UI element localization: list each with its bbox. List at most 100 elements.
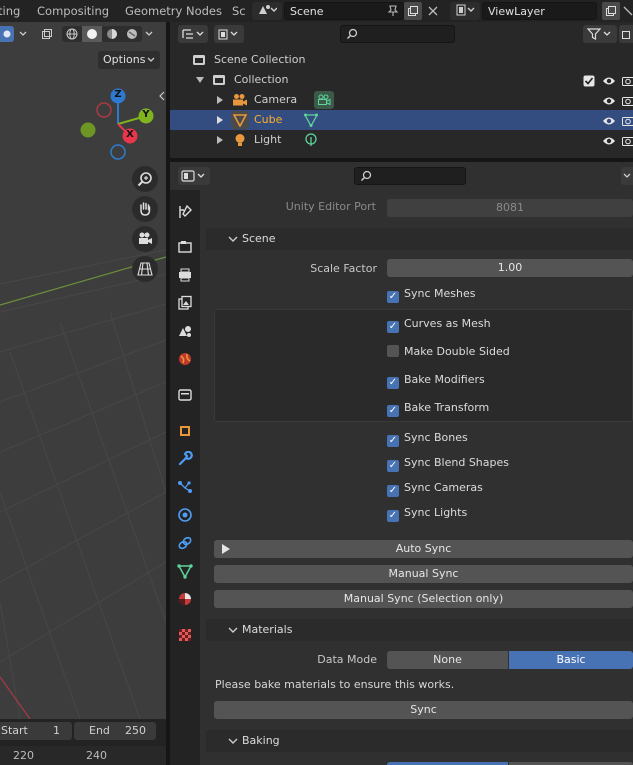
checkbox-label: Sync Blend Shapes (404, 456, 510, 469)
filter-button[interactable] (583, 25, 617, 43)
tab-geometry-nodes[interactable]: Geometry Nodes (125, 0, 222, 22)
sync-bones-checkbox[interactable]: ✓ Sync Bones (387, 429, 468, 447)
timeline-ruler[interactable]: 220 240 (0, 746, 166, 765)
checkmark-icon: ✓ (387, 377, 399, 389)
frame-start-field[interactable]: Start 1 (0, 722, 72, 740)
rendered-shading-icon[interactable] (122, 28, 142, 40)
zoom-icon[interactable] (132, 166, 158, 192)
collection-tab-icon[interactable] (172, 383, 198, 407)
render-tab-icon[interactable] (172, 235, 198, 259)
particles-tab-icon[interactable] (172, 475, 198, 499)
close-view-layer-icon[interactable] (622, 2, 633, 20)
manual-sync-selection-button[interactable]: Manual Sync (Selection only) (214, 590, 633, 608)
auto-sync-button[interactable]: Auto Sync (214, 540, 633, 558)
tool-tab-icon[interactable] (172, 200, 198, 224)
make-double-sided-checkbox[interactable]: Make Double Sided (387, 343, 510, 361)
display-mode-button[interactable] (214, 25, 244, 43)
new-scene-icon[interactable] (404, 2, 422, 20)
outliner-row-camera[interactable]: Camera (170, 90, 633, 110)
baking-panel-header[interactable]: Baking (206, 730, 633, 752)
material-tab-icon[interactable] (172, 587, 198, 611)
modifier-wrench-icon[interactable] (172, 447, 198, 471)
new-view-layer-icon[interactable] (602, 2, 620, 20)
panel-title: Scene (242, 232, 276, 245)
frame-end-field[interactable]: End 250 (74, 722, 156, 740)
camera-data-icon[interactable] (314, 91, 334, 109)
tab-compositing[interactable]: Compositing (37, 0, 109, 22)
curves-as-mesh-checkbox[interactable]: ✓ Curves as Mesh (387, 315, 491, 333)
bake-modifiers-checkbox[interactable]: ✓ Bake Modifiers (387, 371, 485, 389)
mesh-data-tab-icon[interactable] (172, 559, 198, 583)
new-collection-icon[interactable] (619, 25, 633, 43)
sync-lights-checkbox[interactable]: ✓ Sync Lights (387, 504, 467, 522)
solid-shading-icon[interactable] (82, 26, 102, 42)
properties-editor-type-button[interactable] (178, 167, 210, 185)
texture-tab-icon[interactable] (172, 623, 198, 647)
outliner-row-collection[interactable]: Collection (170, 70, 633, 90)
eye-icon[interactable] (602, 134, 616, 154)
panel-title: Baking (242, 734, 280, 747)
data-mode-option-none[interactable]: None (387, 651, 508, 669)
scene-icon (257, 3, 278, 20)
options-dropdown[interactable]: Options (98, 51, 160, 69)
frame-start-value: 1 (53, 724, 60, 737)
chevron-down-icon (228, 627, 238, 633)
pin-icon[interactable] (384, 2, 402, 20)
properties-options-chevron-icon[interactable] (621, 167, 633, 185)
checkbox-label: Sync Meshes (404, 287, 476, 300)
sync-button[interactable]: Sync (214, 701, 633, 719)
constraints-tab-icon[interactable] (172, 531, 198, 555)
close-icon[interactable] (424, 2, 442, 20)
checkbox-icon[interactable] (583, 74, 595, 87)
expand-right-icon[interactable] (217, 136, 223, 144)
3d-viewport[interactable]: Options Z Y X (0, 22, 166, 719)
chevron-down-icon[interactable] (16, 26, 30, 42)
tab-scripting-partial[interactable]: Sc (232, 0, 246, 22)
outliner-search-input[interactable] (340, 25, 455, 43)
pan-hand-icon[interactable] (132, 196, 158, 222)
manual-sync-button[interactable]: Manual Sync (214, 565, 633, 583)
sync-blend-shapes-checkbox[interactable]: ✓ Sync Blend Shapes (387, 454, 509, 472)
expand-right-icon[interactable] (217, 116, 223, 124)
world-tab-icon[interactable] (172, 347, 198, 371)
outliner-row-light[interactable]: Light (170, 130, 633, 150)
shading-options-chevron-icon[interactable] (142, 26, 156, 42)
output-tab-icon[interactable] (172, 263, 198, 287)
materials-panel-header[interactable]: Materials (206, 619, 633, 641)
outliner-label: Collection (234, 73, 289, 86)
checkmark-icon: ✓ (387, 435, 399, 447)
outliner-row-cube[interactable]: Cube (170, 110, 633, 130)
scene-tab-icon[interactable] (172, 319, 198, 343)
bake-transform-checkbox[interactable]: ✓ Bake Transform (387, 399, 489, 417)
sync-cameras-checkbox[interactable]: ✓ Sync Cameras (387, 479, 483, 497)
camera-view-icon[interactable] (132, 226, 158, 252)
physics-tab-icon[interactable] (172, 503, 198, 527)
axis-y-label: Y (142, 109, 150, 120)
expand-down-icon[interactable] (196, 76, 204, 84)
wireframe-shading-icon[interactable] (62, 28, 82, 40)
outliner-editor-type-button[interactable] (178, 25, 208, 43)
checkbox-label: Sync Lights (404, 506, 468, 519)
scene-selector-button[interactable] (252, 2, 282, 20)
render-camera-icon[interactable] (622, 134, 633, 154)
tab-workspace-partial[interactable]: ting (0, 0, 20, 22)
expand-right-icon[interactable] (217, 96, 223, 104)
perspective-grid-icon[interactable] (132, 256, 158, 282)
scene-panel-header[interactable]: Scene (206, 228, 633, 250)
shading-mode-icon[interactable] (0, 26, 14, 42)
properties-search-input[interactable] (354, 167, 466, 185)
view-layer-tab-icon[interactable] (172, 291, 198, 315)
material-shading-icon[interactable] (102, 28, 122, 40)
view-layer-selector-button[interactable] (450, 2, 480, 20)
xray-toggle-icon[interactable] (38, 26, 56, 42)
light-data-icon[interactable] (304, 133, 318, 154)
options-label: Options (103, 53, 146, 66)
sync-meshes-checkbox[interactable]: ✓ Sync Meshes (387, 285, 475, 303)
object-tab-icon[interactable] (172, 419, 198, 443)
data-mode-option-basic[interactable]: Basic (509, 651, 633, 669)
checkmark-icon: ✓ (387, 485, 399, 497)
view-layer-name-field[interactable]: ViewLayer (482, 2, 597, 20)
outliner-row-scene-collection[interactable]: Scene Collection (170, 50, 633, 70)
checkmark-icon: ✓ (387, 321, 399, 333)
scale-factor-field[interactable]: 1.00 (387, 259, 633, 277)
